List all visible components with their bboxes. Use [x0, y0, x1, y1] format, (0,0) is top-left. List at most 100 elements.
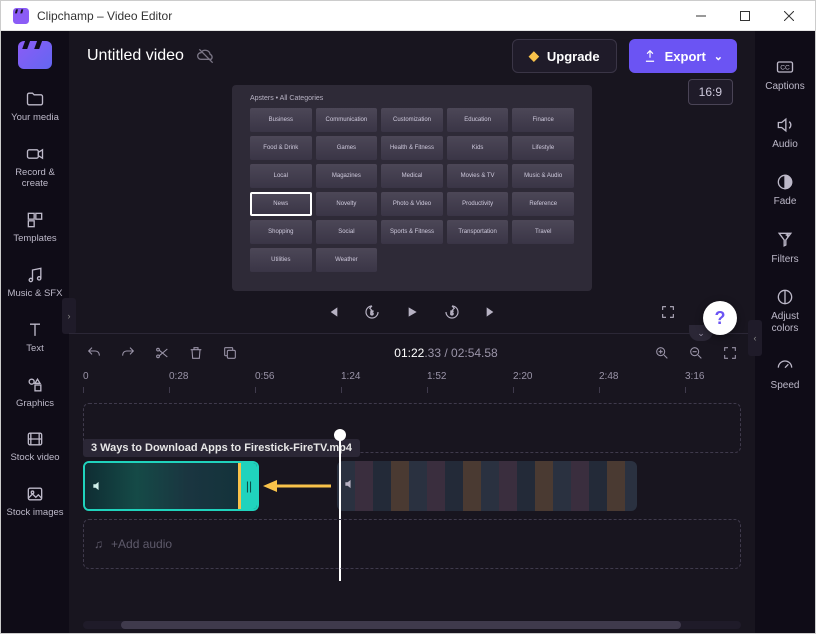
chevron-down-icon: ⌄ — [714, 50, 723, 63]
ruler-tick: 2:20 — [513, 371, 532, 382]
play-button[interactable] — [399, 299, 425, 325]
image-icon — [25, 484, 45, 504]
timecode: 01:22.33 / 02:54.58 — [394, 346, 497, 360]
sidebar-item-music-sfx[interactable]: Music & SFX — [5, 257, 65, 308]
zoom-out-button[interactable] — [685, 342, 707, 364]
duplicate-button[interactable] — [219, 342, 241, 364]
help-button[interactable]: ? — [703, 301, 737, 335]
fullscreen-button[interactable] — [655, 299, 681, 325]
preview-category-tile: Music & Audio — [512, 164, 574, 188]
export-button[interactable]: Export ⌄ — [629, 39, 737, 73]
sidebar-item-label: Speed — [771, 380, 800, 392]
music-note-icon: ♫ — [94, 537, 103, 551]
volume-icon[interactable] — [343, 477, 357, 491]
sidebar-item-label: Audio — [772, 139, 798, 151]
minimize-button[interactable] — [679, 1, 723, 31]
brand-logo-icon — [18, 41, 52, 69]
sidebar-item-adjust-colors[interactable]: Adjust colors — [758, 279, 812, 342]
app-window: Clipchamp – Video Editor Your media Reco… — [0, 0, 816, 634]
question-icon: ? — [715, 308, 726, 329]
preview-category-tile: Finance — [512, 108, 574, 132]
sidebar-item-label: Adjust colors — [758, 311, 812, 334]
preview-category-tile: Photo & Video — [381, 192, 443, 216]
video-clip-b[interactable] — [337, 461, 637, 511]
templates-icon — [25, 210, 45, 230]
sidebar-item-graphics[interactable]: Graphics — [5, 367, 65, 418]
export-label: Export — [665, 49, 706, 64]
diamond-icon: ◆ — [529, 48, 539, 64]
preview-category-tile: Magazines — [316, 164, 378, 188]
track-row-audio[interactable]: ♫ + Add audio — [83, 519, 741, 569]
ruler-tick: 3:16 — [685, 371, 704, 382]
preview-category-tile: Kids — [447, 136, 509, 160]
zoom-in-button[interactable] — [651, 342, 673, 364]
preview-category-tile: Local — [250, 164, 312, 188]
film-icon — [25, 429, 45, 449]
preview-category-tile: Medical — [381, 164, 443, 188]
filters-icon — [775, 230, 795, 250]
video-clip-a[interactable]: || — [83, 461, 259, 511]
preview-category-tile: Health & Fitness — [381, 136, 443, 160]
preview-category-tile: Communication — [316, 108, 378, 132]
center-pane: Untitled video ◆ Upgrade Export ⌄ 16:9 A… — [69, 31, 755, 633]
scrollbar-thumb[interactable] — [121, 621, 681, 629]
fade-icon — [775, 172, 795, 192]
right-sidebar: CC Captions Audio Fade Filters Adjust co… — [755, 31, 815, 633]
sidebar-item-templates[interactable]: Templates — [5, 202, 65, 253]
sidebar-item-label: Captions — [765, 81, 804, 93]
sidebar-item-stock-video[interactable]: Stock video — [5, 421, 65, 472]
split-button[interactable] — [151, 342, 173, 364]
skip-start-button[interactable] — [319, 299, 345, 325]
player-controls: 5 5 ⌄ — [87, 291, 737, 333]
add-audio-label: Add audio — [118, 537, 172, 551]
video-preview[interactable]: Apsters • All Categories BusinessCommuni… — [232, 85, 592, 291]
sidebar-item-record-create[interactable]: Record & create — [5, 136, 65, 198]
text-icon — [25, 320, 45, 340]
timeline-horizontal-scrollbar[interactable] — [83, 621, 741, 629]
sidebar-item-fade[interactable]: Fade — [758, 164, 812, 216]
maximize-button[interactable] — [723, 1, 767, 31]
sidebar-item-text[interactable]: Text — [5, 312, 65, 363]
preview-category-tile: Social — [316, 220, 378, 244]
left-sidebar: Your media Record & create Templates Mus… — [1, 31, 69, 633]
preview-category-tile: Shopping — [250, 220, 312, 244]
app-header: Untitled video ◆ Upgrade Export ⌄ — [69, 31, 755, 81]
rewind-5s-button[interactable]: 5 — [359, 299, 385, 325]
music-icon — [25, 265, 45, 285]
sidebar-item-label: Templates — [13, 234, 56, 245]
graphics-icon — [25, 375, 45, 395]
sidebar-item-filters[interactable]: Filters — [758, 222, 812, 274]
sidebar-item-audio[interactable]: Audio — [758, 107, 812, 159]
sidebar-item-captions[interactable]: CC Captions — [758, 49, 812, 101]
right-panel-expand-handle[interactable]: ‹ — [748, 320, 762, 356]
captions-icon: CC — [775, 57, 795, 77]
aspect-ratio-button[interactable]: 16:9 — [688, 79, 733, 105]
upgrade-label: Upgrade — [547, 49, 600, 64]
forward-5s-button[interactable]: 5 — [439, 299, 465, 325]
timecode-current: 01:22 — [394, 346, 424, 360]
skip-end-button[interactable] — [479, 299, 505, 325]
volume-icon[interactable] — [91, 479, 105, 493]
timecode-current-ms: .33 — [424, 346, 441, 360]
timecode-duration: 02:54 — [451, 346, 481, 360]
zoom-fit-button[interactable] — [719, 342, 741, 364]
ruler-tick: 1:52 — [427, 371, 446, 382]
sidebar-item-speed[interactable]: Speed — [758, 348, 812, 400]
delete-button[interactable] — [185, 342, 207, 364]
project-title[interactable]: Untitled video — [87, 47, 184, 65]
ruler-tick: 0 — [83, 371, 89, 382]
sidebar-item-label: Stock video — [10, 453, 59, 464]
preview-category-tile: Lifestyle — [512, 136, 574, 160]
ruler-tick: 0:28 — [169, 371, 188, 382]
redo-button[interactable] — [117, 342, 139, 364]
sidebar-item-stock-images[interactable]: Stock images — [5, 476, 65, 527]
cloud-off-icon[interactable] — [196, 46, 216, 66]
close-button[interactable] — [767, 1, 811, 31]
sidebar-item-your-media[interactable]: Your media — [5, 81, 65, 132]
timeline-ruler[interactable]: 00:280:561:241:522:202:483:16 — [69, 371, 755, 397]
upgrade-button[interactable]: ◆ Upgrade — [512, 39, 617, 73]
track-row-video[interactable]: 3 Ways to Download Apps to Firestick-Fir… — [83, 461, 741, 511]
clip-trim-handle[interactable]: || — [241, 463, 257, 509]
undo-button[interactable] — [83, 342, 105, 364]
svg-text:5: 5 — [451, 311, 454, 317]
